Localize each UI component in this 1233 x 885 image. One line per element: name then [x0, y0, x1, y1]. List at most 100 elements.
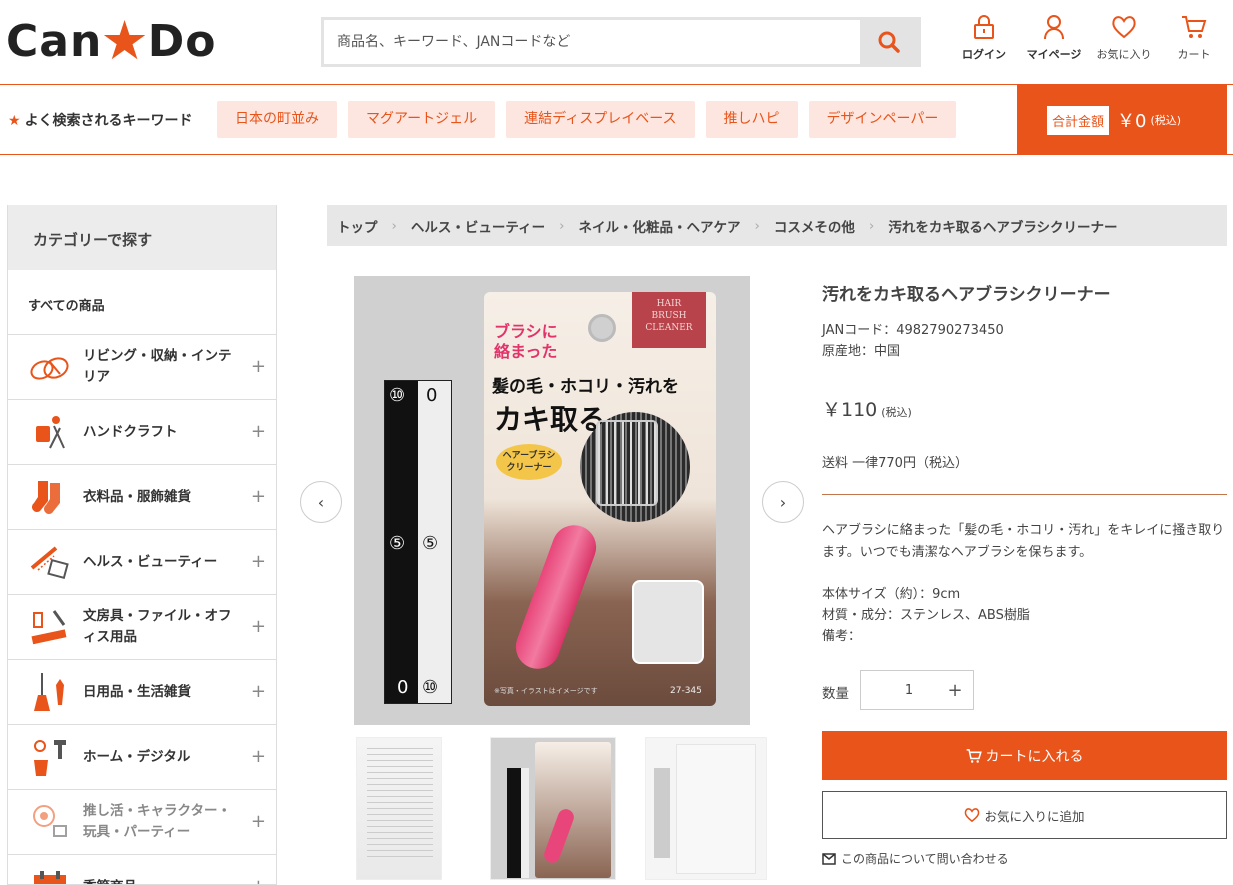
total-label: 合計金額	[1047, 105, 1110, 135]
expand-icon[interactable]: +	[251, 616, 266, 637]
star-icon: ★	[8, 113, 21, 129]
sidebar-item-seasonal[interactable]: 季節商品 +	[8, 855, 276, 884]
prev-image-button[interactable]: ‹	[300, 481, 342, 523]
mypage-label: マイページ	[1026, 48, 1082, 61]
category-sidebar: カテゴリーで探す すべての商品 リビング・収納・インテリア + ハンドクラフト …	[7, 205, 277, 885]
product-thumbnail[interactable]	[645, 737, 767, 880]
sidebar-item-handcraft[interactable]: ハンドクラフト +	[8, 400, 276, 465]
sidebar-item-oshi-character[interactable]: 推し活・キャラクター・玩具・パーティー +	[8, 790, 276, 855]
breadcrumb-item[interactable]: コスメその他	[774, 216, 855, 236]
keyword-chip[interactable]: 推しハピ	[705, 101, 798, 138]
keyword-chip[interactable]: デザインペーパー	[808, 101, 957, 138]
keyword-chip[interactable]: 連結ディスプレイベース	[506, 101, 695, 138]
inquiry-link[interactable]: この商品について問い合わせる	[822, 850, 1009, 867]
mail-icon	[822, 852, 836, 865]
expand-icon[interactable]: +	[251, 876, 266, 884]
sidebar-item-all[interactable]: すべての商品	[8, 270, 276, 335]
search-button[interactable]	[860, 20, 918, 64]
mypage-button[interactable]: マイページ	[1025, 14, 1083, 62]
heart-icon	[1112, 16, 1136, 39]
chevron-right-icon: ›	[868, 217, 875, 234]
ruler-label: ⑩	[389, 385, 406, 406]
login-button[interactable]: ログイン	[955, 14, 1013, 62]
sidebar-item-label: ホーム・デジタル	[83, 748, 191, 765]
keyword-title-text: よく検索されるキーワード	[24, 113, 193, 129]
sidebar-item-home-digital[interactable]: ホーム・デジタル +	[8, 725, 276, 790]
expand-icon[interactable]: +	[251, 746, 266, 767]
quantity-value[interactable]: 1	[861, 683, 937, 698]
chevron-right-icon: ›	[559, 217, 565, 234]
product-price: ￥110 (税込)	[822, 395, 912, 422]
logo-star-icon: ★	[100, 9, 150, 72]
cart-icon	[966, 748, 982, 763]
quantity-stepper[interactable]: 1 +	[860, 670, 974, 710]
breadcrumb-item[interactable]: トップ	[337, 216, 378, 236]
expand-icon[interactable]: +	[251, 486, 266, 507]
breadcrumb-current: 汚れをカキ取るヘアブラシクリーナー	[888, 219, 1118, 236]
cart-icon	[1182, 16, 1207, 38]
keyword-chip[interactable]: マグアートジェル	[348, 101, 496, 138]
sidebar-item-label: 日用品・生活雑貨	[83, 683, 191, 700]
sidebar-item-daily-goods[interactable]: 日用品・生活雑貨 +	[8, 660, 276, 725]
cleaner-head	[596, 420, 658, 506]
cart-button[interactable]: カート	[1165, 14, 1223, 62]
scale-ruler: ⑩ ⑤ 0 0 ⑤ ⑩	[384, 380, 452, 704]
spec-material: 材質・成分：ステンレス、ABS樹脂	[822, 608, 1030, 623]
chevron-right-icon: ›	[754, 217, 760, 234]
sidebar-item-label: 推し活・キャラクター・玩具・パーティー	[83, 803, 231, 840]
product-main-image[interactable]: ⑩ ⑤ 0 0 ⑤ ⑩ HAIR BRUSH CLEANER ブラシに絡まった …	[354, 276, 750, 725]
expand-icon[interactable]: +	[251, 681, 266, 702]
breadcrumb-item[interactable]: ネイル・化粧品・ヘアケア	[579, 216, 741, 236]
product-thumbnail-active[interactable]	[490, 737, 616, 880]
logo[interactable]: Can ★ Do	[6, 14, 217, 68]
sidebar-item-label: ハンドクラフト	[83, 423, 178, 440]
keyword-bar: ★ よく検索されるキーワード 日本の町並み マグアートジェル 連結ディスプレイベー…	[0, 85, 1233, 155]
sidebar-item-stationery[interactable]: 文房具・ファイル・オフィス用品 +	[8, 595, 276, 660]
cleaner-handle	[509, 518, 603, 676]
sidebar-item-label: ヘルス・ビューティー	[83, 553, 218, 570]
shipping-info: 送料 一律770円（税込）	[822, 456, 968, 471]
ruler-label: 0	[397, 677, 409, 698]
expand-icon[interactable]: +	[251, 551, 266, 572]
tools-icon	[34, 740, 66, 776]
user-icon	[1044, 15, 1064, 40]
craft-icon	[36, 416, 65, 449]
broom-icon	[34, 673, 64, 711]
chevron-left-icon: ‹	[317, 492, 325, 512]
package-brand-band: HAIR BRUSH CLEANER	[632, 292, 706, 348]
jan-code: JANコード：4982790273450	[822, 323, 1004, 338]
product-thumbnail[interactable]	[356, 737, 442, 880]
breadcrumb-item[interactable]: ヘルス・ビューティー	[411, 216, 545, 236]
next-image-button[interactable]: ›	[762, 481, 804, 523]
chevron-right-icon: ›	[779, 492, 787, 512]
ruler-label: ⑤	[389, 533, 406, 554]
site-header: Can★Do ログイン マイページ お気に入り カート	[0, 0, 1233, 85]
keyword-chip[interactable]: 日本の町並み	[217, 101, 337, 138]
total-amount: ￥0	[1117, 111, 1147, 132]
plus-icon[interactable]: +	[937, 680, 973, 701]
login-label: ログイン	[962, 48, 1006, 61]
spec-size: 本体サイズ（約）：9cm	[822, 587, 961, 602]
sidebar-item-living[interactable]: リビング・収納・インテリア +	[8, 335, 276, 400]
add-to-favorites-button[interactable]: お気に入りに追加	[822, 791, 1227, 839]
expand-icon[interactable]: +	[251, 811, 266, 832]
add-to-cart-button[interactable]: カートに入れる	[822, 731, 1227, 780]
expand-icon[interactable]: +	[251, 421, 266, 442]
expand-icon[interactable]: +	[251, 356, 266, 377]
total-tax: (税込)	[1150, 114, 1182, 127]
keyword-chips: 日本の町並み マグアートジェル 連結ディスプレイベース 推しハピ デザインペーパ…	[217, 101, 967, 138]
cart-total[interactable]: 合計金額 ￥0 (税込)	[1017, 85, 1227, 155]
divider	[822, 494, 1227, 495]
sidebar-item-health-beauty[interactable]: ヘルス・ビューティー +	[8, 530, 276, 595]
sidebar-item-clothing[interactable]: 衣料品・服飾雑貨 +	[8, 465, 276, 530]
favorites-button[interactable]: お気に入り	[1095, 14, 1153, 62]
inset-image	[632, 580, 704, 664]
quantity-label: 数量	[822, 686, 849, 702]
package-text: 髪の毛・ホコリ・汚れを	[492, 377, 679, 397]
spec-note: 備考：	[822, 629, 862, 644]
package-badge: ヘアーブラシクリーナー	[496, 444, 562, 480]
logo-text-left: Can	[6, 15, 103, 67]
ruler-label: 0	[426, 385, 438, 406]
add-to-cart-label: カートに入れる	[985, 748, 1084, 765]
search-input[interactable]	[324, 20, 860, 64]
